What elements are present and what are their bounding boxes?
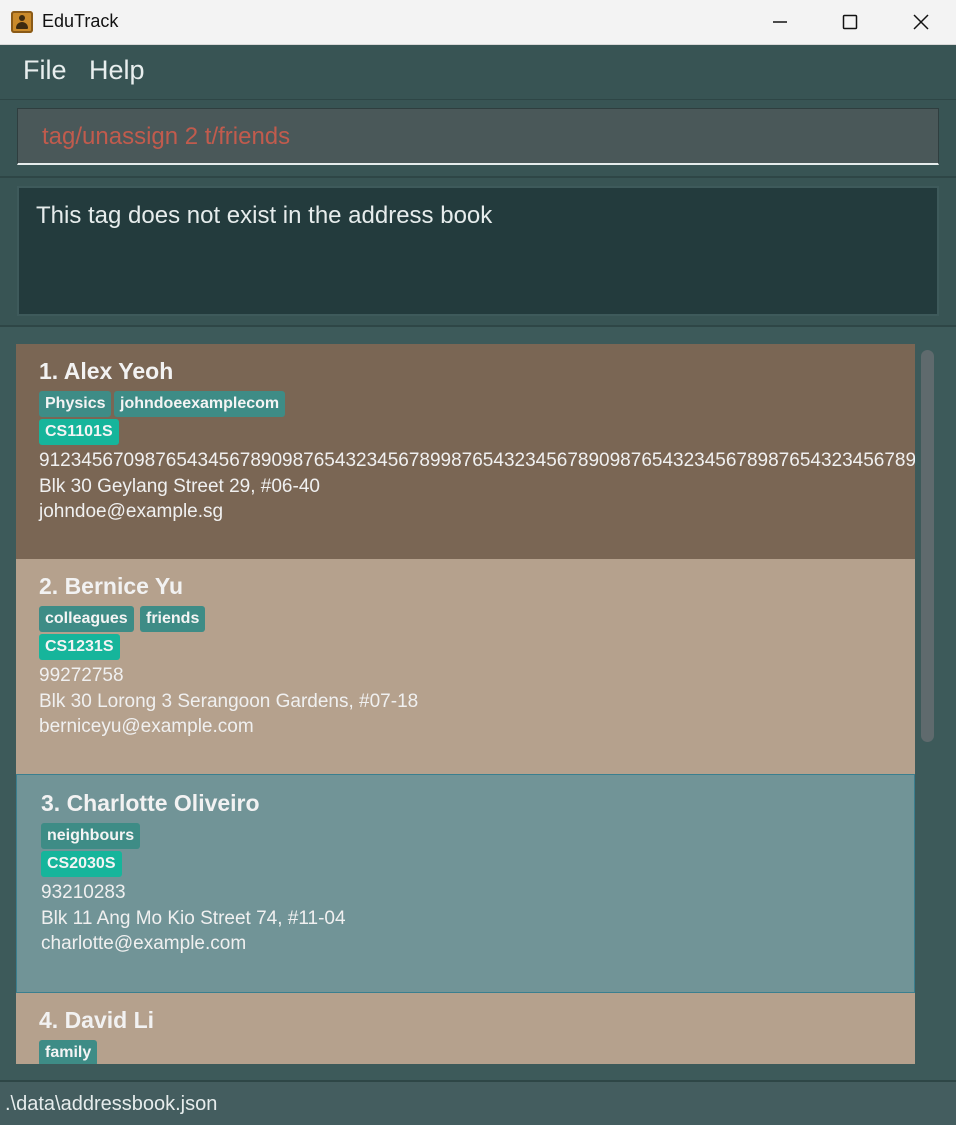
result-message: This tag does not exist in the address b… bbox=[36, 202, 493, 229]
minimize-icon bbox=[773, 21, 787, 23]
person-tag: johndoeexamplecom bbox=[114, 391, 286, 417]
scrollbar-thumb[interactable] bbox=[921, 350, 934, 742]
app-icon bbox=[11, 11, 33, 33]
person-name: 4. David Li bbox=[39, 1007, 155, 1033]
window-title: EduTrack bbox=[42, 11, 119, 31]
person-tag: neighbours bbox=[41, 823, 141, 849]
person-list-panel: 1. Alex Yeoh Physics johndoeexamplecom C… bbox=[0, 325, 956, 1080]
title-bar: EduTrack bbox=[0, 0, 956, 45]
result-display[interactable]: This tag does not exist in the address b… bbox=[17, 186, 939, 316]
close-button[interactable] bbox=[886, 0, 956, 44]
person-phone: 9123456709876543456789098765432345678998… bbox=[39, 450, 915, 471]
scrollbar[interactable] bbox=[918, 344, 938, 1064]
close-icon bbox=[913, 14, 929, 30]
person-card-selected[interactable]: 3. Charlotte Oliveiro neighbours CS2030S… bbox=[16, 774, 915, 993]
person-name: 2. Bernice Yu bbox=[39, 573, 184, 599]
person-tag: friends bbox=[140, 606, 206, 632]
person-card[interactable]: 1. Alex Yeoh Physics johndoeexamplecom C… bbox=[16, 344, 915, 559]
person-email: berniceyu@example.com bbox=[39, 716, 254, 737]
minimize-button[interactable] bbox=[745, 0, 815, 44]
course-tag: CS2030S bbox=[41, 851, 122, 877]
person-tag: colleagues bbox=[39, 606, 134, 632]
command-text: tag/unassign 2 t/friends bbox=[42, 123, 291, 150]
person-card[interactable]: 4. David Li family bbox=[16, 993, 915, 1064]
person-address: Blk 11 Ang Mo Kio Street 74, #11-04 bbox=[41, 908, 346, 929]
person-card[interactable]: 2. Bernice Yu colleagues friends CS1231S… bbox=[16, 559, 915, 774]
maximize-button[interactable] bbox=[815, 0, 885, 44]
command-input[interactable]: tag/unassign 2 t/friends bbox=[17, 108, 939, 165]
person-email: charlotte@example.com bbox=[41, 933, 247, 954]
menu-bar: File Help bbox=[0, 45, 956, 99]
person-name: 3. Charlotte Oliveiro bbox=[41, 790, 260, 816]
command-panel: tag/unassign 2 t/friends bbox=[0, 99, 956, 176]
data-file-path: .\data\addressbook.json bbox=[5, 1093, 218, 1115]
person-list[interactable]: 1. Alex Yeoh Physics johndoeexamplecom C… bbox=[16, 344, 915, 1064]
person-name: 1. Alex Yeoh bbox=[39, 358, 174, 384]
person-phone: 99272758 bbox=[39, 665, 124, 686]
course-tag: CS1101S bbox=[39, 419, 119, 445]
result-panel: This tag does not exist in the address b… bbox=[0, 176, 956, 326]
menu-help[interactable]: Help bbox=[89, 55, 145, 86]
person-tag: family bbox=[39, 1040, 98, 1064]
person-phone: 93210283 bbox=[41, 882, 126, 903]
course-tag: CS1231S bbox=[39, 634, 120, 660]
maximize-icon bbox=[842, 14, 858, 30]
person-email: johndoe@example.sg bbox=[39, 501, 224, 522]
status-bar: .\data\addressbook.json bbox=[0, 1080, 956, 1125]
person-address: Blk 30 Geylang Street 29, #06-40 bbox=[39, 476, 320, 497]
menu-file[interactable]: File bbox=[23, 55, 67, 86]
person-tag: Physics bbox=[39, 391, 112, 417]
person-address: Blk 30 Lorong 3 Serangoon Gardens, #07-1… bbox=[39, 691, 419, 712]
